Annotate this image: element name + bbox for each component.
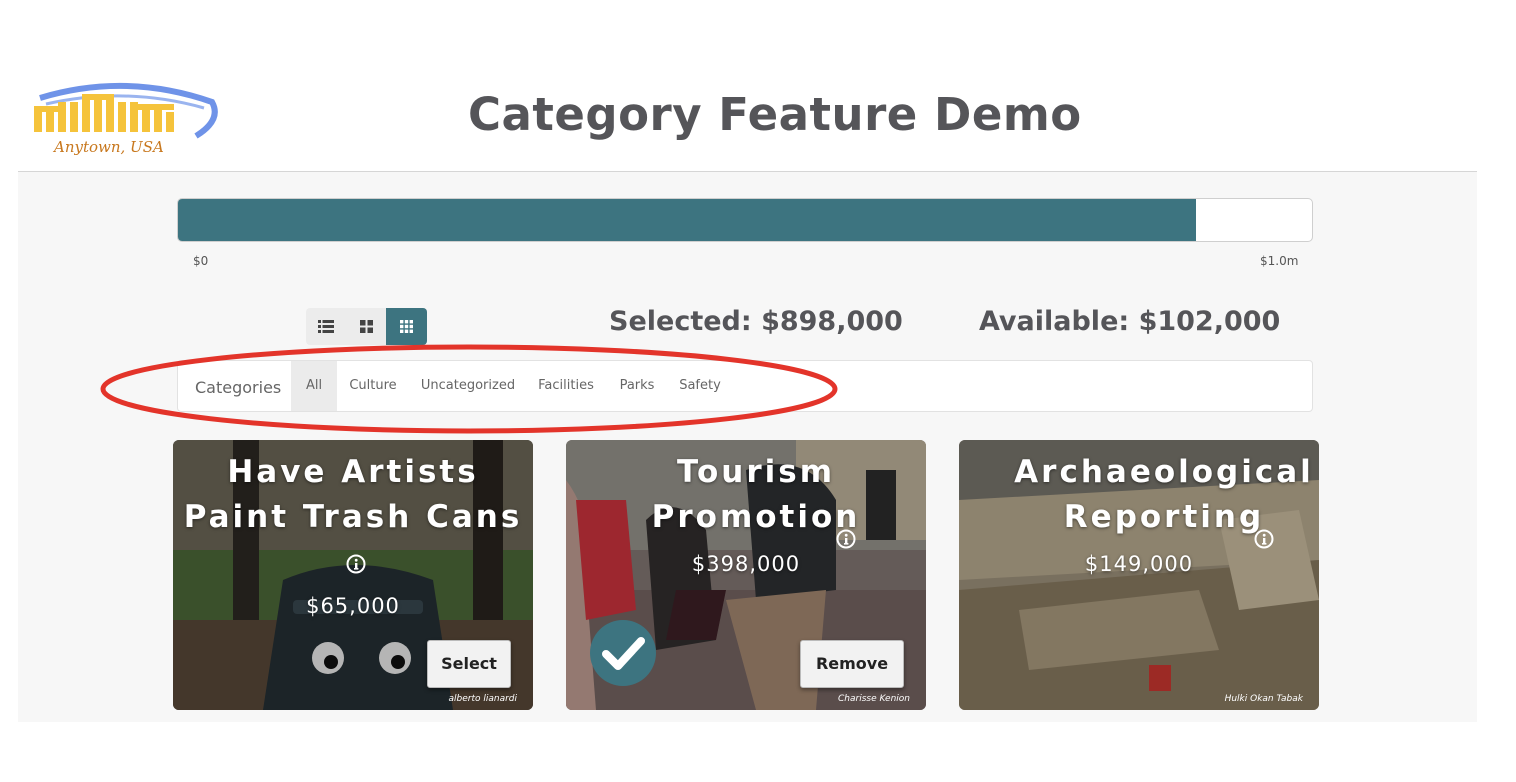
card-price: $398,000 — [691, 552, 801, 576]
category-tab-safety[interactable]: Safety — [675, 361, 725, 411]
card-title: Have Artists Paint Trash Cans — [173, 450, 533, 585]
list-view-button[interactable] — [306, 308, 346, 345]
category-tab-parks[interactable]: Parks — [614, 361, 660, 411]
selected-check-icon — [590, 620, 656, 686]
anytown-logo: Anytown, USA — [26, 80, 226, 160]
category-tab-culture[interactable]: Culture — [343, 361, 403, 411]
category-tab-all[interactable]: All — [291, 361, 337, 411]
info-icon[interactable] — [1254, 529, 1274, 549]
small-grid-view-button[interactable] — [386, 308, 427, 345]
card-title: Archaeological Reporting — [959, 450, 1319, 549]
main-area: $0 $1.0m Selected: $898,000 Available: $… — [18, 172, 1477, 722]
project-card[interactable]: Tourism Promotion $398,000 Remove Charis… — [566, 440, 926, 710]
card-price: $65,000 — [306, 594, 400, 618]
large-grid-icon — [359, 320, 373, 333]
photo-credit: Charisse Kenion — [837, 694, 910, 704]
budget-progress-bar — [177, 198, 1313, 242]
project-card[interactable]: Have Artists Paint Trash Cans $65,000 Se… — [173, 440, 533, 710]
categories-label: Categories — [195, 378, 282, 397]
small-grid-icon — [400, 320, 413, 333]
photo-credit: alberto lianardi — [448, 694, 517, 704]
logo-caption: Anytown, USA — [54, 138, 164, 156]
available-total: Available: $102,000 — [979, 306, 1281, 337]
card-price: $149,000 — [1084, 552, 1194, 576]
category-tab-uncategorized[interactable]: Uncategorized — [418, 361, 518, 411]
large-grid-view-button[interactable] — [346, 308, 386, 345]
card-title-text: Archaeological Reporting — [1014, 454, 1314, 535]
info-icon[interactable] — [836, 529, 856, 549]
card-title-text: Tourism Promotion — [651, 454, 861, 535]
list-view-icon — [318, 320, 334, 333]
selected-total: Selected: $898,000 — [609, 306, 903, 337]
progress-max-label: $1.0m — [1260, 254, 1299, 268]
progress-min-label: $0 — [193, 254, 209, 268]
budget-progress-fill — [178, 199, 1197, 241]
card-title: Tourism Promotion — [566, 450, 926, 549]
info-icon[interactable] — [346, 554, 366, 574]
select-button[interactable]: Select — [427, 640, 511, 688]
category-filter-bar: Categories All Culture Uncategorized Fac… — [177, 360, 1313, 412]
project-card[interactable]: Archaeological Reporting $149,000 Hulki … — [959, 440, 1319, 710]
page-title: Category Feature Demo — [468, 88, 1082, 141]
remove-button[interactable]: Remove — [800, 640, 904, 688]
photo-credit: Hulki Okan Tabak — [1224, 694, 1303, 704]
page-header: Anytown, USA Category Feature Demo — [18, 0, 1477, 172]
category-tab-facilities[interactable]: Facilities — [534, 361, 598, 411]
view-toggle — [306, 308, 427, 345]
card-title-text: Have Artists Paint Trash Cans — [183, 454, 523, 535]
